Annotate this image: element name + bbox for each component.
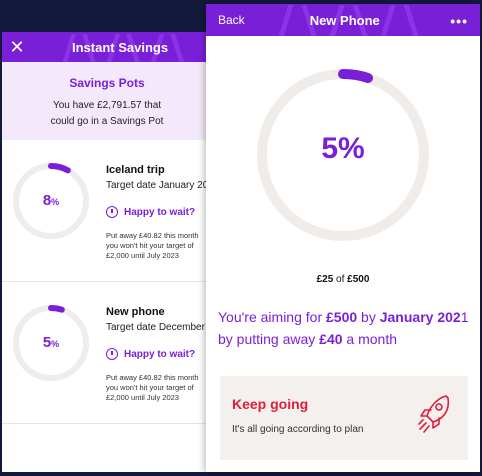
- clock-icon: [106, 348, 118, 360]
- pot-note-line: £2,000 until July 2023: [106, 393, 179, 402]
- close-icon[interactable]: ✕: [2, 32, 32, 62]
- pot-note: Put away £40.82 this month you won't hit …: [106, 373, 210, 403]
- pot-percent: 8%: [12, 192, 90, 209]
- happy-to-wait-link[interactable]: Happy to wait?: [106, 206, 195, 218]
- pot-list: 8% Iceland trip Target date January 20 Happ…: [2, 140, 212, 424]
- pot-percent: 5%: [12, 334, 90, 351]
- pot-name: New phone: [106, 306, 165, 318]
- aim-text-2: by: [357, 309, 380, 325]
- aim-text-1: You're aiming for: [218, 309, 326, 325]
- pot-note: Put away £40.82 this month you won't hit …: [106, 231, 210, 261]
- status-card: Keep going It's all going according to p…: [220, 376, 468, 460]
- aim-date-rest: 1: [460, 309, 469, 325]
- pot-target-date: Target date December: [106, 322, 205, 333]
- pot-percent-value: 8: [42, 192, 52, 209]
- pot-percent-sign: %: [51, 197, 60, 207]
- pot-note-line: you won't hit your target of: [106, 383, 194, 392]
- of-label: of: [336, 274, 345, 285]
- pot-note-line: Put away £40.82 this month: [106, 373, 199, 382]
- new-phone-header: /\/\/\ Back New Phone •••: [206, 4, 480, 36]
- instant-savings-title: Instant Savings: [72, 39, 169, 55]
- progress-percent: 5%: [321, 132, 365, 165]
- rocket-icon: [418, 395, 450, 433]
- pot-note-line: £2,000 until July 2023: [106, 251, 179, 260]
- aim-statement: You're aiming for £500 by January 2021 b…: [218, 306, 474, 350]
- pot-note-line: Put away £40.82 this month: [106, 231, 199, 240]
- aim-date: January 202: [379, 309, 461, 325]
- instant-savings-panel: /\/\/\ ✕ Instant Savings Savings Pots Yo…: [2, 32, 212, 472]
- pot-percent-value: 5: [42, 334, 52, 351]
- pot-target-date: Target date January 20: [106, 180, 209, 191]
- aim-monthly: £40: [319, 331, 343, 347]
- status-description: It's all going according to plan: [232, 424, 364, 435]
- new-phone-title: New Phone: [309, 12, 380, 28]
- happy-to-wait-label: Happy to wait?: [124, 348, 196, 360]
- happy-to-wait-label: Happy to wait?: [124, 206, 196, 218]
- pot-item[interactable]: 8% Iceland trip Target date January 20 Happ…: [2, 140, 212, 282]
- status-title: Keep going: [232, 396, 309, 412]
- pot-note-line: you won't hit your target of: [106, 241, 194, 250]
- pot-item[interactable]: 5% New phone Target date December Happy to …: [2, 282, 212, 424]
- new-phone-panel: /\/\/\ Back New Phone ••• 5% £25 of £500…: [206, 4, 480, 472]
- aim-text-3: by putting away: [218, 331, 320, 347]
- savings-pots-box: Savings Pots You have £2,791.57 that cou…: [2, 62, 212, 140]
- progress-amounts: £25 of £500: [206, 274, 480, 285]
- more-icon[interactable]: •••: [450, 13, 468, 29]
- aim-amount: £500: [326, 309, 358, 325]
- saved-amount: £25: [316, 274, 334, 285]
- clock-icon: [106, 206, 118, 218]
- pot-name: Iceland trip: [106, 164, 165, 176]
- savings-pots-description: You have £2,791.57 that could go in a Sa…: [50, 100, 164, 127]
- aim-text-4: a month: [342, 331, 398, 347]
- savings-pots-title: Savings Pots: [69, 76, 145, 90]
- happy-to-wait-link[interactable]: Happy to wait?: [106, 348, 195, 360]
- back-button[interactable]: Back: [218, 13, 245, 27]
- instant-savings-header: /\/\/\ ✕ Instant Savings: [2, 32, 212, 62]
- pot-percent-sign: %: [51, 339, 60, 349]
- target-amount: £500: [347, 274, 370, 285]
